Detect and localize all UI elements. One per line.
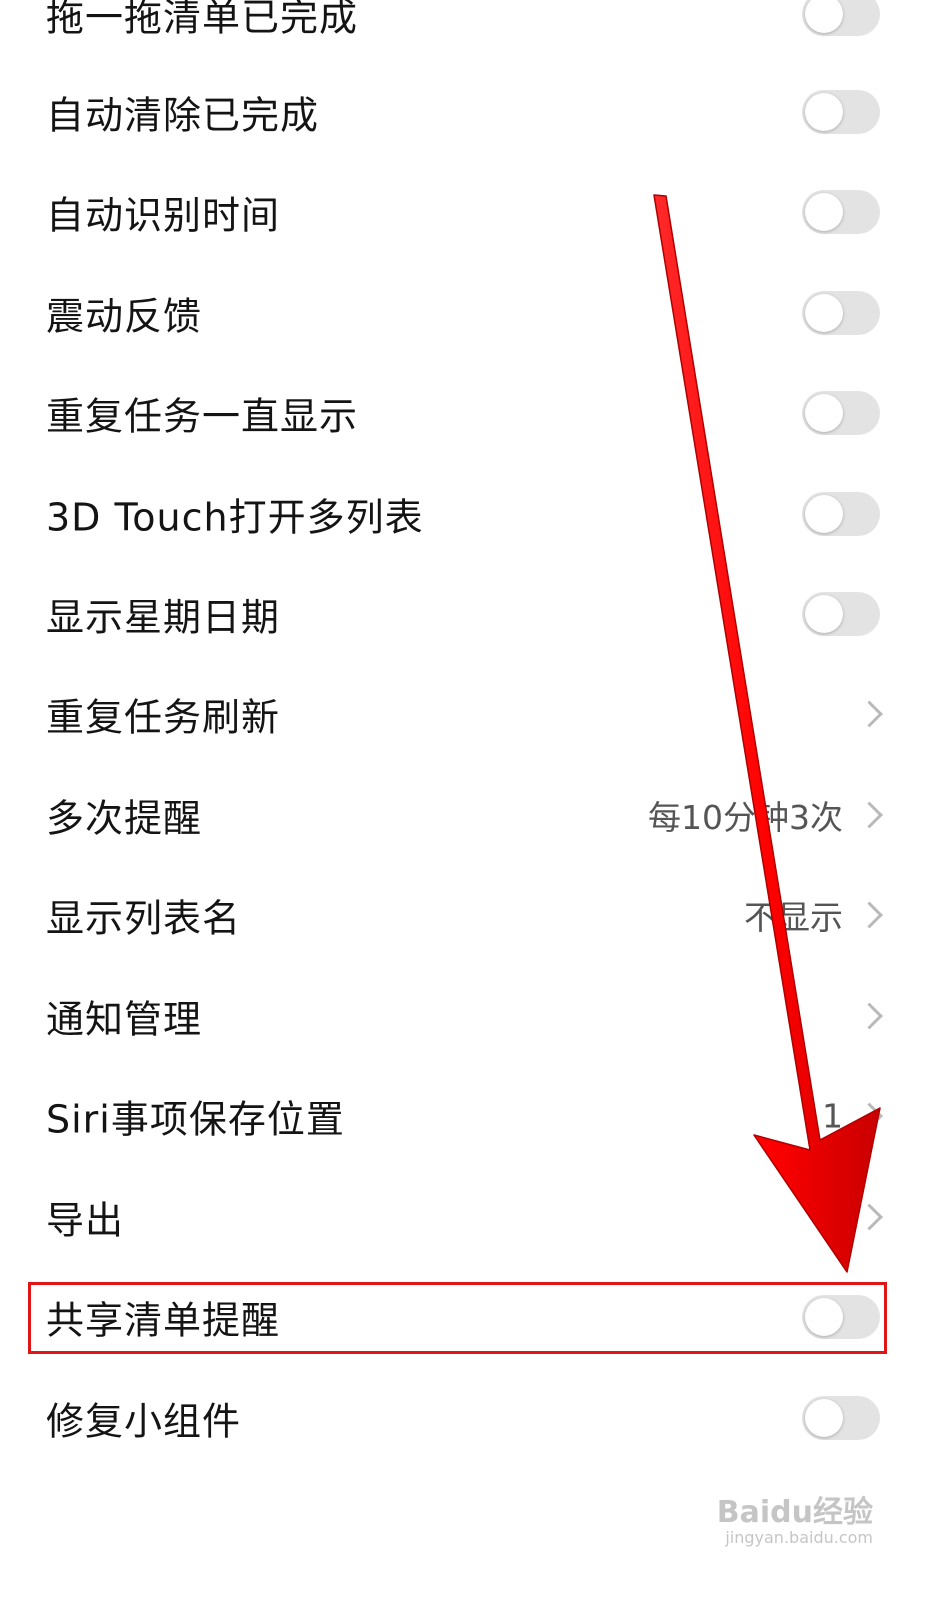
settings-row-siri[interactable]: Siri事项保存位置 1	[0, 1066, 943, 1166]
settings-row-label: 重复任务刷新	[46, 695, 281, 740]
settings-row-label: 震动反馈	[46, 294, 203, 339]
chevron-right-icon	[856, 801, 883, 829]
baidu-watermark: Baidu经验	[716, 1495, 873, 1530]
settings-row-value: 每10分钟3次	[648, 798, 843, 837]
settings-row-auto-time[interactable]: 自动识别时间	[0, 162, 943, 262]
toggle-knob	[805, 0, 843, 33]
settings-row-notifications[interactable]: 通知管理	[0, 966, 943, 1066]
settings-row-export[interactable]: 导出	[0, 1167, 943, 1267]
settings-row-label: 导出	[46, 1198, 125, 1243]
settings-row-label: 自动清除已完成	[46, 93, 320, 138]
chevron-right-icon	[856, 901, 883, 929]
toggle-knob	[805, 1399, 843, 1437]
toggle-knob	[805, 595, 843, 633]
chevron-right-icon	[856, 1203, 883, 1231]
settings-row-label: 3D Touch打开多列表	[46, 495, 424, 540]
toggle-knob	[805, 394, 843, 432]
settings-row-multi-reminder[interactable]: 多次提醒 每10分钟3次	[0, 765, 943, 865]
settings-row-label: 显示星期日期	[46, 595, 281, 640]
settings-row-label: 通知管理	[46, 997, 203, 1042]
toggle-switch[interactable]	[802, 391, 880, 435]
settings-list: 拖一拖清单已完成 自动清除已完成 自动识别时间 震动反馈 重复任务一直显示 3D…	[0, 0, 943, 1600]
settings-row-partial[interactable]: 拖一拖清单已完成	[0, 0, 943, 64]
settings-row-vibration[interactable]: 震动反馈	[0, 263, 943, 363]
toggle-switch[interactable]	[802, 1396, 880, 1440]
toggle-switch[interactable]	[802, 592, 880, 636]
settings-row-label: 修复小组件	[46, 1399, 242, 1444]
toggle-switch[interactable]	[802, 0, 880, 36]
settings-row-auto-clear[interactable]: 自动清除已完成	[0, 62, 943, 162]
toggle-switch[interactable]	[802, 90, 880, 134]
settings-row-label: 显示列表名	[46, 896, 242, 941]
settings-row-repeat-refresh[interactable]: 重复任务刷新	[0, 664, 943, 764]
toggle-knob	[805, 495, 843, 533]
highlight-box	[28, 1282, 887, 1354]
settings-row-fix-widget[interactable]: 修复小组件	[0, 1368, 943, 1468]
settings-row-weekday[interactable]: 显示星期日期	[0, 564, 943, 664]
toggle-knob	[805, 294, 843, 332]
toggle-knob	[805, 193, 843, 231]
settings-row-label: Siri事项保存位置	[46, 1097, 345, 1142]
toggle-switch[interactable]	[802, 291, 880, 335]
settings-row-repeat-show[interactable]: 重复任务一直显示	[0, 363, 943, 463]
settings-row-3d-touch[interactable]: 3D Touch打开多列表	[0, 464, 943, 564]
settings-row-label: 自动识别时间	[46, 193, 281, 238]
toggle-switch[interactable]	[802, 492, 880, 536]
settings-row-list-name[interactable]: 显示列表名 不显示	[0, 865, 943, 965]
toggle-switch[interactable]	[802, 190, 880, 234]
settings-row-value: 不显示	[744, 898, 843, 937]
settings-row-label: 拖一拖清单已完成	[46, 0, 359, 40]
watermark-url: jingyan.baidu.com	[725, 1528, 873, 1547]
settings-row-label: 重复任务一直显示	[46, 394, 359, 439]
chevron-right-icon	[856, 1002, 883, 1030]
settings-row-value: 1	[822, 1096, 843, 1136]
chevron-right-icon	[856, 700, 883, 728]
settings-row-label: 多次提醒	[46, 796, 203, 841]
chevron-right-icon	[856, 1102, 883, 1130]
toggle-knob	[805, 93, 843, 131]
